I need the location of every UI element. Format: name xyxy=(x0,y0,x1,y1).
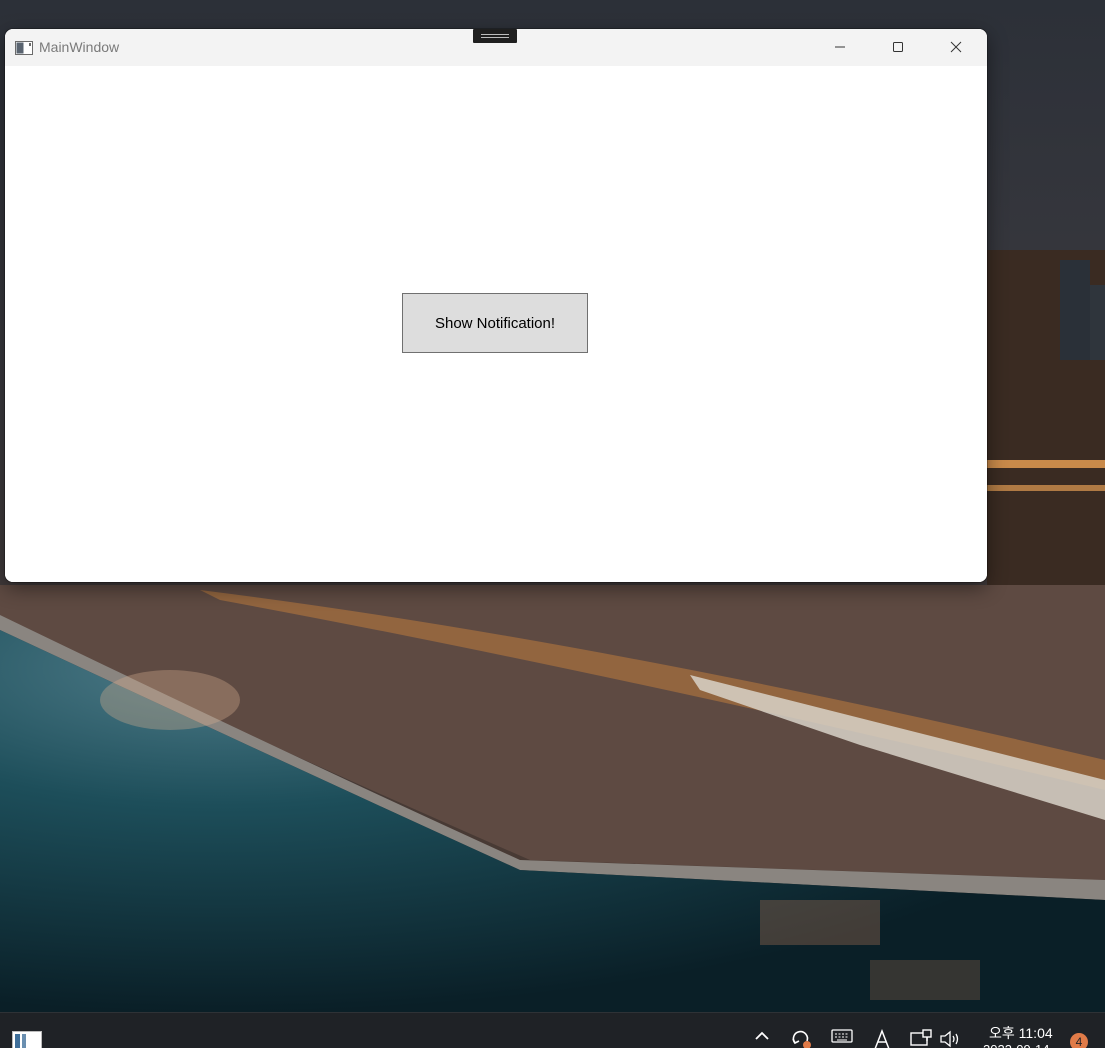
close-button[interactable] xyxy=(927,29,985,65)
notification-badge[interactable]: 4 xyxy=(1070,1033,1088,1048)
window-content: Show Notification! xyxy=(5,66,987,582)
minimize-icon xyxy=(834,38,846,57)
close-icon xyxy=(950,38,962,57)
snap-layout-handle[interactable] xyxy=(473,29,517,43)
grip-line xyxy=(481,34,509,35)
chevron-up-icon[interactable] xyxy=(750,1029,774,1048)
keyboard-icon[interactable] xyxy=(830,1029,854,1048)
grip-line xyxy=(481,37,509,38)
clock-time[interactable]: 오후 11:04 xyxy=(989,1023,1053,1043)
sync-icon[interactable] xyxy=(789,1029,813,1048)
taskbar: 오후 11:04 2023-09-14 4 xyxy=(0,1012,1105,1048)
app-window-icon xyxy=(15,40,33,55)
volume-icon[interactable] xyxy=(938,1029,962,1048)
maximize-button[interactable] xyxy=(869,29,927,65)
main-window: MainWindow Show Notification! xyxy=(5,29,987,582)
ime-icon[interactable] xyxy=(870,1029,894,1048)
minimize-button[interactable] xyxy=(811,29,869,65)
network-icon[interactable] xyxy=(909,1029,933,1048)
show-notification-button[interactable]: Show Notification! xyxy=(402,293,588,353)
maximize-icon xyxy=(892,38,904,57)
app-window-icon[interactable] xyxy=(12,1031,42,1048)
clock-date[interactable]: 2023-09-14 xyxy=(983,1042,1050,1048)
window-title: MainWindow xyxy=(39,39,120,55)
